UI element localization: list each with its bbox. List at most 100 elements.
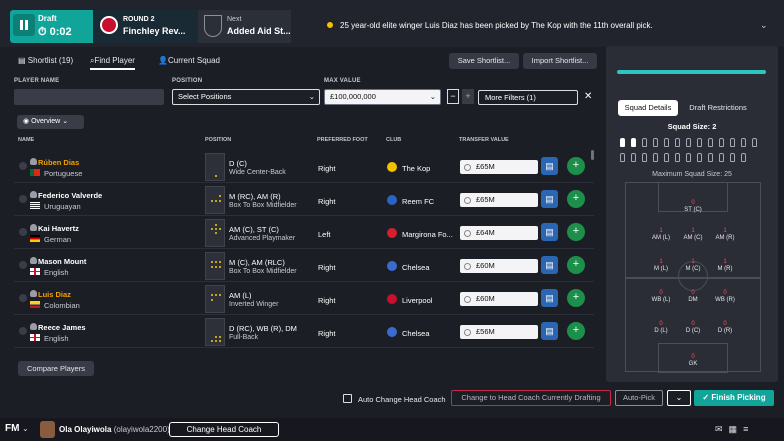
row-select-checkbox[interactable] <box>19 261 27 269</box>
formation-slot[interactable]: 1M (R) <box>710 259 740 272</box>
close-icon[interactable]: ✕ <box>584 91 592 102</box>
slot-label: WB (L) <box>651 297 671 303</box>
table-row[interactable]: Federico Valverde Uruguayan M (RC), AM (R)… <box>14 183 594 216</box>
tab-shortlist[interactable]: ▤ Shortlist (19) <box>18 56 73 70</box>
player-name[interactable]: Federico Valverde <box>38 191 102 200</box>
player-club[interactable]: The Kop <box>402 164 430 173</box>
position-dot <box>215 266 217 268</box>
plus-button[interactable]: + <box>462 89 474 104</box>
shortlist-button[interactable]: ▤ <box>541 289 558 307</box>
compare-players-button[interactable]: Compare Players <box>18 361 94 376</box>
pause-button[interactable] <box>13 14 35 36</box>
slot-count: 1 <box>659 259 663 265</box>
next-team: Added Aid St... <box>227 26 291 36</box>
player-club[interactable]: Reem FC <box>402 197 434 206</box>
chevron-down-icon[interactable]: ⌄ <box>760 20 768 31</box>
transfer-value: £65M <box>460 160 538 174</box>
formation-slot[interactable]: 0 WB (R) <box>710 290 740 303</box>
add-player-button[interactable]: + <box>567 322 585 340</box>
formation-slot[interactable]: 0D (R) <box>710 321 740 334</box>
change-to-head-coach-button[interactable]: Change to Head Coach Currently Drafting <box>451 390 611 406</box>
add-player-button[interactable]: + <box>567 289 585 307</box>
shortlist-button[interactable]: ▤ <box>541 157 558 175</box>
scrollbar[interactable] <box>591 150 594 160</box>
preferred-foot: Right <box>318 263 336 272</box>
table-row[interactable]: Mason Mount English M (C), AM (RLC) Box To … <box>14 249 594 282</box>
row-select-checkbox[interactable] <box>19 327 27 335</box>
column-preferred-foot[interactable]: PREFERRED FOOT <box>317 137 368 143</box>
player-name[interactable]: Reece James <box>38 323 86 332</box>
tab-current-squad[interactable]: 👤Current Squad <box>158 56 220 70</box>
max-value-select[interactable]: £100,000,000 ⌄ <box>324 89 441 105</box>
menu-icon[interactable]: ≡ <box>743 424 754 434</box>
player-name-input[interactable] <box>14 89 164 105</box>
column-transfer-value[interactable]: TRANSFER VALUE <box>459 137 509 143</box>
import-shortlist-button[interactable]: Import Shortlist... <box>523 53 597 69</box>
formation-slot[interactable]: 1 AM (C) <box>678 228 708 241</box>
avatar[interactable] <box>40 421 55 438</box>
row-select-checkbox[interactable] <box>19 195 27 203</box>
shortlist-button[interactable]: ▤ <box>541 322 558 340</box>
overview-dropdown[interactable]: ◉ Overview ⌄ <box>17 115 84 129</box>
formation-slot[interactable]: 0D (C) <box>678 321 708 334</box>
formation-slot[interactable]: 0 DM <box>678 290 708 303</box>
manager-name[interactable]: Ola Olayiwola (olayiwola2200) <box>59 425 170 434</box>
table-row[interactable]: Kai Havertz German AM (C), ST (C) Advanced … <box>14 216 594 249</box>
player-club[interactable]: Chelsea <box>402 329 430 338</box>
chevron-down-icon[interactable]: ⌄ <box>22 424 29 433</box>
row-select-checkbox[interactable] <box>19 294 27 302</box>
player-club[interactable]: Liverpool <box>402 296 432 305</box>
next-pick-panel[interactable]: Next Added Aid St... <box>198 10 291 43</box>
shortlist-button[interactable]: ▤ <box>541 256 558 274</box>
change-head-coach-button[interactable]: Change Head Coach <box>169 422 279 437</box>
column-club[interactable]: CLUB <box>386 137 401 143</box>
formation-slot[interactable]: 0 ST (C) <box>678 200 708 213</box>
player-club[interactable]: Margirona Fo... <box>402 230 453 239</box>
tab-draft-restrictions[interactable]: Draft Restrictions <box>682 100 754 116</box>
current-round-panel[interactable]: ROUND 2 Finchley Rev... <box>93 10 198 43</box>
formation-slot[interactable]: 1M (C) <box>678 259 708 272</box>
tab-find-player[interactable]: ⌕Find Player <box>90 56 135 70</box>
more-filters-button[interactable]: More Filters (1) <box>478 90 578 105</box>
player-club[interactable]: Chelsea <box>402 263 430 272</box>
position-dot <box>211 340 213 342</box>
column-position[interactable]: POSITION <box>205 137 231 143</box>
formation-slot[interactable]: 1 AM (R) <box>710 228 740 241</box>
finish-picking-button[interactable]: ✓ Finish Picking <box>694 390 774 406</box>
formation-slot[interactable]: 1M (L) <box>646 259 676 272</box>
table-row[interactable]: Reece James English D (RC), WB (R), DM Full… <box>14 315 594 348</box>
fm-logo[interactable]: FM <box>5 423 19 434</box>
player-name[interactable]: Rúben Dias <box>38 158 79 167</box>
player-name[interactable]: Mason Mount <box>38 257 86 266</box>
formation-slot[interactable]: 0 WB (L) <box>646 290 676 303</box>
calendar-icon[interactable]: ▦ <box>729 424 744 434</box>
add-player-button[interactable]: + <box>567 157 585 175</box>
add-player-button[interactable]: + <box>567 190 585 208</box>
news-ticker[interactable]: 25 year-old elite winger Luis Diaz has b… <box>340 21 653 30</box>
column-name[interactable]: NAME <box>18 137 34 143</box>
table-row[interactable]: Luis Diaz Colombian AM (L) Inverted Winger R… <box>14 282 594 315</box>
formation-slot[interactable]: 0 GK <box>678 354 708 367</box>
row-select-checkbox[interactable] <box>19 228 27 236</box>
squad-member-icon <box>752 138 757 147</box>
slot-label: DM <box>688 297 698 303</box>
position-select[interactable]: Select Positions ⌄ <box>172 89 320 105</box>
auto-pick-button[interactable]: Auto-Pick <box>615 390 663 406</box>
player-name[interactable]: Luis Diaz <box>38 290 71 299</box>
mail-icon[interactable]: ✉ <box>715 424 729 434</box>
add-player-button[interactable]: + <box>567 223 585 241</box>
chevron-down-icon[interactable]: ⌄ <box>667 390 691 406</box>
shortlist-button[interactable]: ▤ <box>541 190 558 208</box>
minus-button[interactable]: − <box>447 89 459 104</box>
tab-squad-details[interactable]: Squad Details <box>618 100 678 116</box>
shortlist-button[interactable]: ▤ <box>541 223 558 241</box>
auto-change-checkbox[interactable] <box>343 394 352 403</box>
formation-slot[interactable]: 1 AM (L) <box>646 228 676 241</box>
add-player-button[interactable]: + <box>567 256 585 274</box>
table-row[interactable]: Rúben Dias Portuguese D (C) Wide Center-Bac… <box>14 150 594 183</box>
club-badge-icon <box>100 16 118 34</box>
row-select-checkbox[interactable] <box>19 162 27 170</box>
player-name[interactable]: Kai Havertz <box>38 224 79 233</box>
formation-slot[interactable]: 0D (L) <box>646 321 676 334</box>
save-shortlist-button[interactable]: Save Shortlist... <box>449 53 519 69</box>
